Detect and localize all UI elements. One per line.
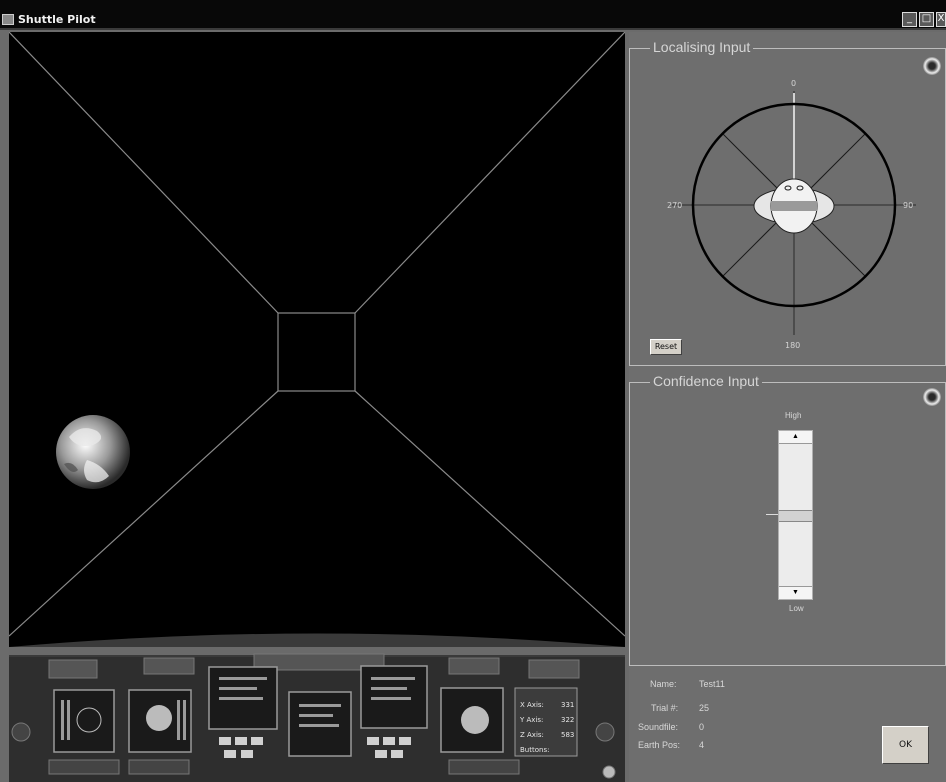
y-axis-label: Y Axis: [519,716,543,724]
trial-value: 25 [699,703,710,713]
buttons-label: Buttons: [520,746,549,754]
close-button[interactable]: X [936,12,946,27]
confidence-input-group: Confidence Input High ▲ ▼ Low [629,373,946,666]
control-panel: Localising Input 0 90 180 270 Reset Conf… [629,32,946,782]
slider-tick [766,514,778,515]
cockpit-dashboard: X Axis: 331 Y Axis: 322 Z Axis: 583 Butt… [9,633,625,782]
slider-down-arrow-icon[interactable]: ▼ [779,586,812,599]
confidence-slider[interactable]: ▲ ▼ [778,430,813,600]
direction-dial[interactable]: 0 90 180 270 [630,49,946,367]
soundfile-label: Soundfile: [638,722,679,732]
confidence-low-label: Low [789,604,804,613]
earth-planet [56,415,130,489]
x-axis-label: X Axis: [520,701,544,709]
dial-label-270: 270 [667,201,682,210]
soundfile-value: 0 [699,722,705,732]
window-title: Shuttle Pilot [18,13,96,26]
dial-label-90: 90 [903,201,913,210]
ok-button[interactable]: OK [882,726,929,764]
name-label: Name: [650,679,677,689]
maximize-button[interactable]: □ [919,12,934,27]
slider-up-arrow-icon[interactable]: ▲ [779,431,812,444]
x-axis-value: 331 [561,701,574,709]
confidence-slider-thumb[interactable] [779,510,812,522]
trial-label: Trial #: [651,703,679,713]
z-axis-label: Z Axis: [520,731,544,739]
grid-line-top-left [9,32,279,314]
title-bar: Shuttle Pilot _ □ X [0,0,946,30]
target-square [277,312,356,392]
app-icon [2,14,14,25]
dial-label-180: 180 [785,341,800,350]
y-axis-value: 322 [561,716,574,724]
grid-line-bottom-right [354,390,625,637]
listener-head-icon [753,178,835,234]
localising-input-group: Localising Input 0 90 180 270 Reset [629,39,946,367]
confidence-input-title: Confidence Input [650,373,762,389]
space-viewport[interactable]: X Axis: 331 Y Axis: 322 Z Axis: 583 Butt… [9,32,625,782]
minimize-button[interactable]: _ [902,12,917,27]
earth-pos-value: 4 [699,740,705,750]
grid-line-top-right [354,32,625,314]
grid-line-bottom-left [9,390,279,637]
z-axis-value: 583 [561,731,574,739]
reset-button[interactable]: Reset [650,339,682,355]
confidence-indicator-icon [923,388,941,406]
perspective-grid: X Axis: 331 Y Axis: 322 Z Axis: 583 Butt… [9,32,625,782]
confidence-high-label: High [785,411,802,420]
dial-label-0: 0 [791,79,796,88]
earth-pos-label: Earth Pos: [638,740,681,750]
name-value: Test11 [699,679,725,689]
